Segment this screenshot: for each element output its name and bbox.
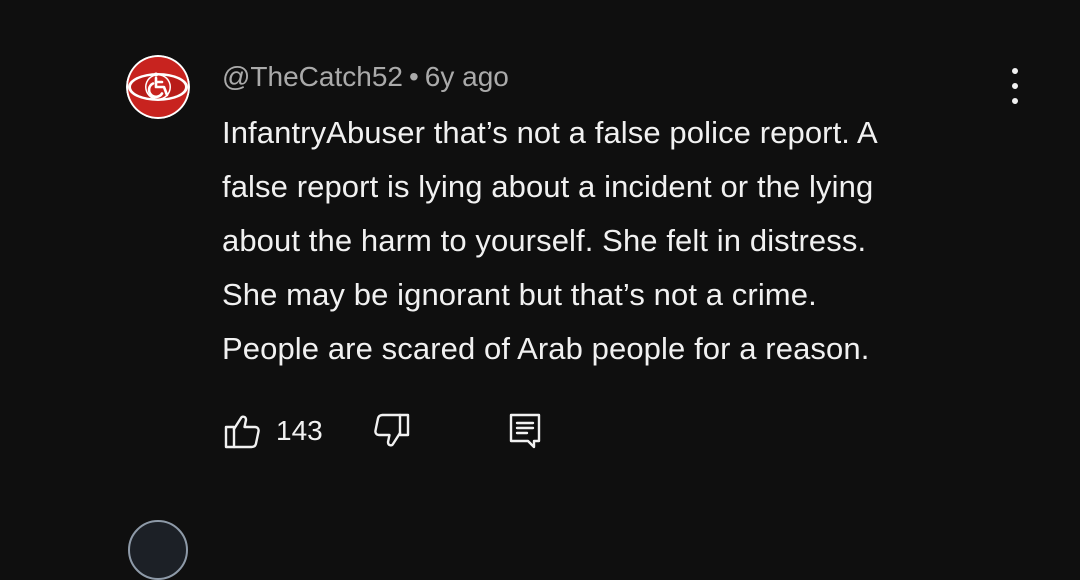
author-name[interactable]: @TheCatch52 [222, 61, 403, 92]
comment-header: @TheCatch52 • 6y ago [222, 58, 509, 96]
separator-dot: • [408, 61, 419, 92]
comment-actions: 143 [222, 408, 622, 454]
like-button[interactable] [222, 410, 264, 452]
comment-text: InfantryAbuser that’s not a false police… [222, 106, 1022, 376]
next-comment-avatar[interactable] [128, 520, 188, 580]
timestamp[interactable]: 6y ago [425, 61, 509, 92]
like-count: 143 [276, 415, 323, 446]
avatar[interactable] [126, 55, 190, 119]
comment-line: about the harm to yourself. She felt in … [222, 223, 867, 258]
more-vert-icon[interactable] [1001, 66, 1029, 106]
thumbs-up-icon [224, 415, 260, 449]
dislike-button[interactable] [370, 410, 412, 452]
comment-line: She may be ignorant but that’s not a cri… [222, 277, 817, 312]
comment-thread: @TheCatch52 • 6y ago InfantryAbuser that’s… [0, 0, 1080, 580]
comment-line: InfantryAbuser that’s not a false police… [222, 115, 878, 150]
thumbs-down-icon [374, 413, 410, 447]
wheelchair-logo-icon [126, 55, 190, 119]
reply-comment-icon [509, 413, 541, 449]
comment-line: People are scared of Arab people for a r… [222, 331, 870, 366]
comment-line: false report is lying about a incident o… [222, 169, 874, 204]
reply-button[interactable] [504, 410, 546, 452]
